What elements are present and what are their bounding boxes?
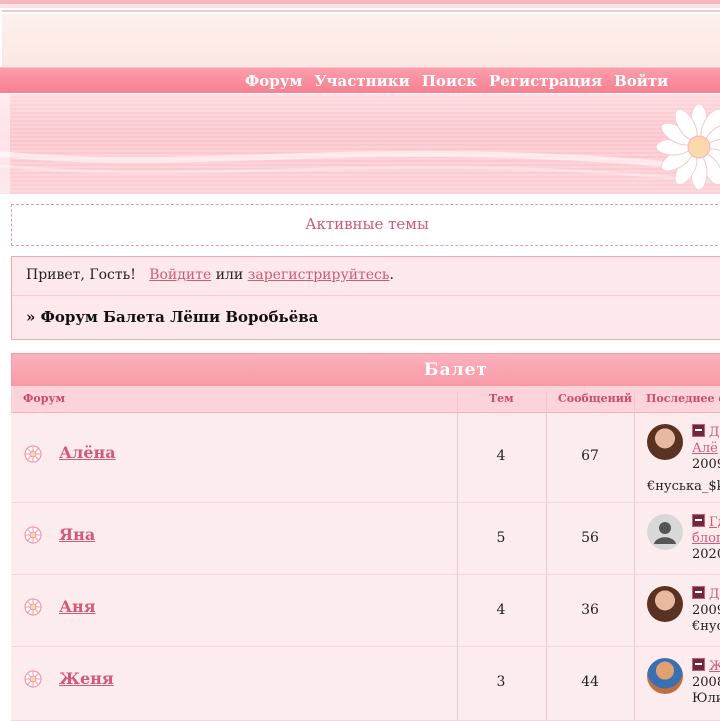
nav-register[interactable]: Регистрация	[489, 72, 602, 90]
forum-flower-icon	[24, 445, 42, 463]
last-post-link[interactable]: Де	[709, 425, 720, 440]
forum-topics: 3	[496, 674, 506, 690]
navbar: Форум Участники Поиск Регистрация Войти	[0, 67, 720, 93]
col-sep	[634, 575, 635, 646]
last-post-date: 2020	[692, 547, 720, 562]
last-post-user[interactable]: €нуська_$k	[647, 479, 720, 494]
goto-post-icon[interactable]	[692, 424, 705, 437]
forum-topics: 4	[496, 602, 506, 618]
last-post-link[interactable]: Гд	[709, 515, 720, 530]
forum-row: Яна 5 56 Гд блог 2020	[11, 503, 720, 575]
category-title[interactable]: Балет	[12, 360, 720, 380]
register-link[interactable]: зарегистрируйтесь	[248, 267, 390, 283]
forum-flower-icon	[24, 526, 42, 544]
forum-name[interactable]: Аня	[59, 597, 96, 616]
nav-login[interactable]: Войти	[614, 72, 668, 90]
col-sep	[546, 575, 547, 646]
last-post-date: 2009	[692, 603, 720, 618]
nav-forum[interactable]: Форум	[245, 72, 302, 90]
forum-row: Аня 4 36 Де 2009 €нус	[11, 575, 720, 647]
or-text: или	[215, 267, 244, 283]
col-sep	[546, 503, 547, 574]
avatar[interactable]	[647, 586, 683, 622]
col-last: Последнее с	[646, 392, 720, 405]
last-post-date: 2008	[692, 675, 720, 690]
forum-posts: 44	[581, 674, 599, 690]
banner	[0, 94, 720, 194]
last-post-user[interactable]: €нус	[692, 619, 720, 634]
forum-posts: 56	[581, 530, 599, 546]
col-sep	[457, 413, 458, 502]
forum-topics: 4	[496, 448, 506, 464]
header-box	[2, 10, 720, 68]
nav-search[interactable]: Поиск	[422, 72, 477, 90]
last-post-date: 2009	[692, 457, 720, 472]
welcome-line: Привет, Гость! Войдите или зарегистрируй…	[26, 267, 394, 283]
category-header: Балет	[11, 353, 720, 387]
active-topics-box: Активные темы	[11, 204, 720, 246]
last-post-info: Де Алё 2009	[692, 424, 720, 473]
welcome-divider	[12, 295, 720, 296]
col-sep	[634, 413, 635, 502]
last-post-info: Гд блог 2020	[692, 514, 720, 563]
col-sep	[546, 413, 547, 502]
forum-topics: 5	[496, 530, 506, 546]
nav-members[interactable]: Участники	[314, 72, 409, 90]
forum-posts: 67	[581, 448, 599, 464]
forum-flower-icon	[24, 670, 42, 688]
nav-menu: Форум Участники Поиск Регистрация Войти	[245, 72, 668, 90]
dot-text: .	[389, 267, 394, 283]
last-post-link-cont[interactable]: Алё	[692, 441, 718, 456]
top-border-light	[0, 4, 720, 8]
forum-posts: 36	[581, 602, 599, 618]
last-post-user[interactable]: Юли	[692, 691, 720, 706]
forum-name[interactable]: Яна	[59, 525, 95, 544]
goto-post-icon[interactable]	[692, 514, 705, 527]
col-sep	[634, 503, 635, 574]
forum-row: Женя 3 44 Ж 2008 Юли	[11, 647, 720, 721]
forum-row: Алёна 4 67 Де Алё 2009 €нуська_$k	[11, 413, 720, 503]
goto-post-icon[interactable]	[692, 586, 705, 599]
col-topics: Тем	[489, 392, 514, 405]
col-sep	[457, 503, 458, 574]
last-post-link-cont[interactable]: блог	[692, 531, 720, 546]
forum-name[interactable]: Женя	[59, 669, 114, 688]
last-post-info: Ж 2008 Юли	[692, 658, 720, 707]
forum-name[interactable]: Алёна	[59, 443, 116, 462]
col-sep	[634, 647, 635, 720]
welcome-panel: Привет, Гость! Войдите или зарегистрируй…	[11, 256, 720, 340]
active-topics-link[interactable]: Активные темы	[12, 215, 720, 233]
last-post-link[interactable]: Де	[709, 587, 720, 602]
last-post-link[interactable]: Ж	[709, 659, 720, 674]
login-link[interactable]: Войдите	[149, 267, 211, 283]
last-post-info: Де 2009 €нус	[692, 586, 720, 635]
col-forum: Форум	[23, 392, 66, 405]
forum-table-header: Форум Тем Сообщений Последнее с	[11, 386, 720, 418]
greeting-text: Привет, Гость!	[26, 267, 136, 283]
col-sep	[457, 647, 458, 720]
default-avatar-icon[interactable]	[647, 514, 683, 550]
forum-flower-icon	[24, 598, 42, 616]
avatar[interactable]	[647, 658, 683, 694]
col-posts: Сообщений	[558, 392, 633, 405]
breadcrumb[interactable]: » Форум Балета Лёши Воробьёва	[26, 308, 318, 326]
col-sep	[546, 647, 547, 720]
avatar[interactable]	[647, 424, 683, 460]
goto-post-icon[interactable]	[692, 658, 705, 671]
col-sep	[457, 575, 458, 646]
banner-overlay	[0, 94, 720, 194]
